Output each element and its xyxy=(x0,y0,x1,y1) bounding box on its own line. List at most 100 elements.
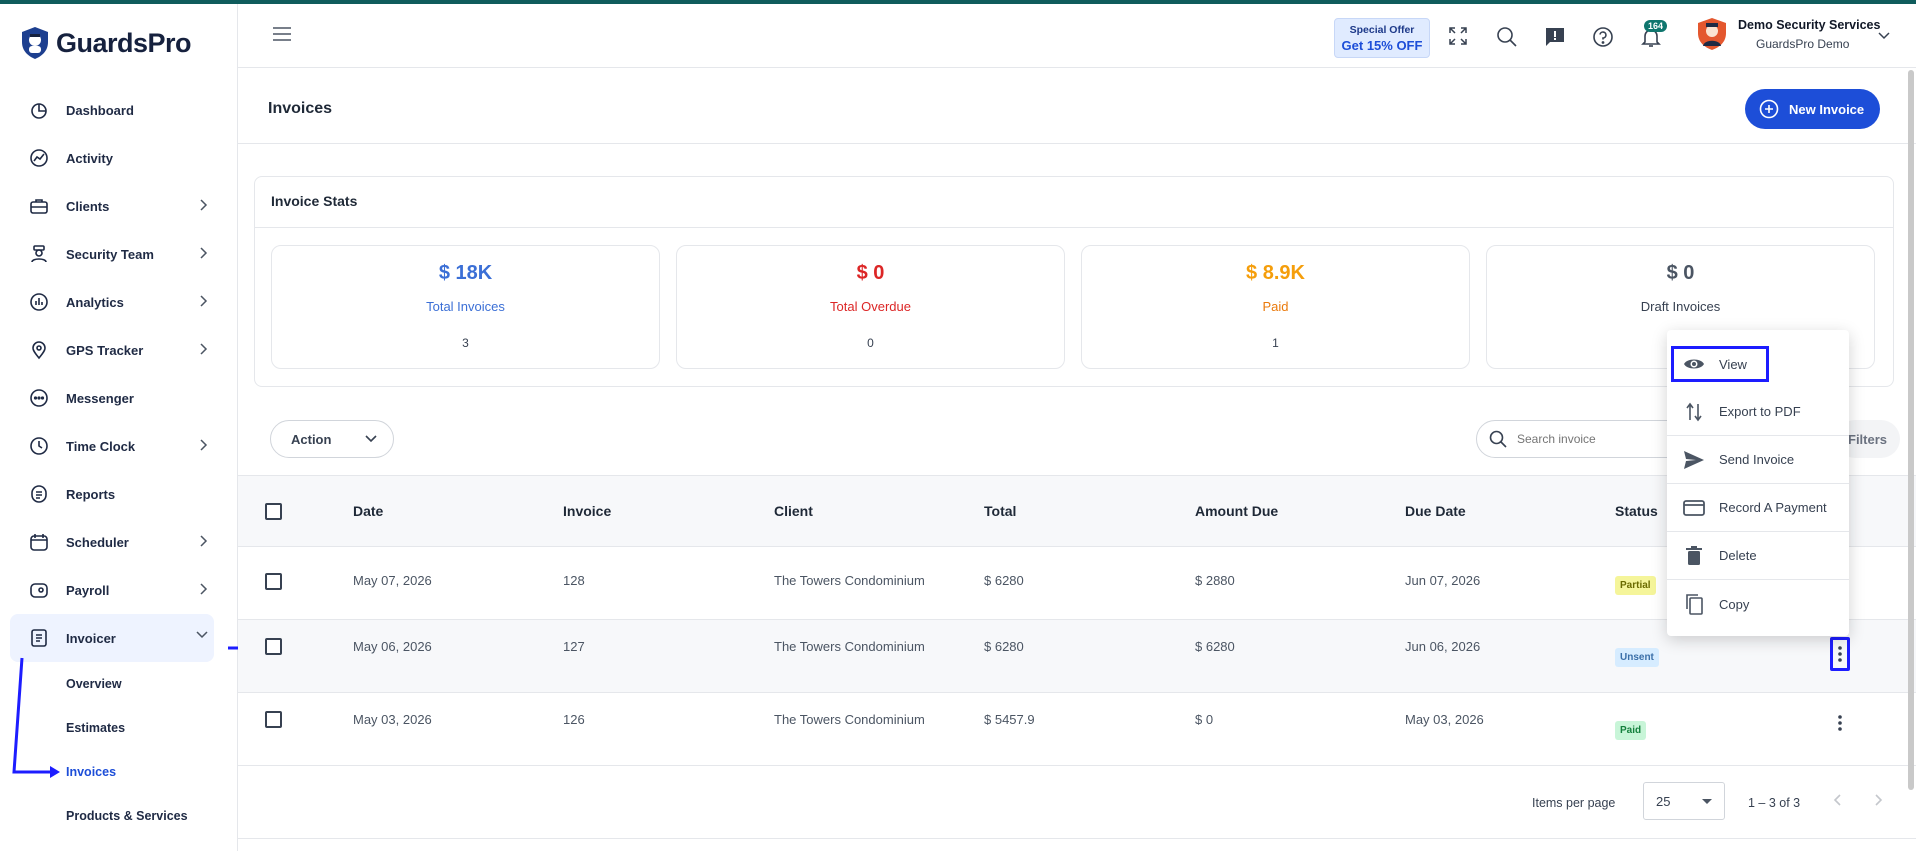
annotation-arrows xyxy=(12,642,260,778)
offer-line1: Special Offer xyxy=(1349,24,1415,36)
special-offer-button[interactable]: Special Offer Get 15% OFF xyxy=(1334,18,1430,58)
company-avatar[interactable] xyxy=(1694,16,1730,52)
eye-icon xyxy=(1683,353,1705,375)
column-header-invoice[interactable]: Invoice xyxy=(563,503,611,519)
row-actions-kebab-button[interactable] xyxy=(1830,710,1850,736)
caret-down-icon xyxy=(1702,799,1712,804)
cell-amount-due: $ 2880 xyxy=(1195,573,1235,588)
hamburger-menu-icon[interactable] xyxy=(272,27,292,41)
table-row[interactable]: May 07, 2026 128 The Towers Condominium … xyxy=(238,547,1916,620)
table-row[interactable]: May 06, 2026 127 The Towers Condominium … xyxy=(238,620,1916,693)
page-range: 1 – 3 of 3 xyxy=(1748,796,1801,810)
column-header-date[interactable]: Date xyxy=(353,503,383,519)
menu-item-send-invoice[interactable]: Send Invoice xyxy=(1667,436,1849,484)
new-invoice-label: New Invoice xyxy=(1789,101,1865,117)
stat-card-total-invoices[interactable]: $ 18K Total Invoices 3 xyxy=(271,245,660,369)
cell-client: The Towers Condominium xyxy=(774,639,925,654)
menu-item-delete[interactable]: Delete xyxy=(1667,532,1849,580)
status-badge: Unsent xyxy=(1615,648,1659,667)
menu-item-label: Record A Payment xyxy=(1719,500,1827,515)
row-checkbox[interactable] xyxy=(265,711,282,728)
cell-date: May 06, 2026 xyxy=(353,639,432,654)
chevron-down-icon[interactable] xyxy=(1878,32,1890,40)
menu-item-copy[interactable]: Copy xyxy=(1667,580,1849,628)
notification-count-badge: 164 xyxy=(1644,20,1668,32)
stats-title: Invoice Stats xyxy=(271,193,358,209)
row-actions-menu: View Export to PDF Send Invoice Record A… xyxy=(1667,330,1849,636)
menu-item-view[interactable]: View xyxy=(1671,346,1769,382)
top-header: Special Offer Get 15% OFF 164 Demo Secur… xyxy=(238,4,1916,68)
stat-label: Paid xyxy=(1262,299,1289,314)
trash-icon xyxy=(1683,545,1705,567)
cell-client: The Towers Condominium xyxy=(774,712,925,727)
search-icon xyxy=(1489,430,1507,448)
items-per-page-select[interactable]: 25 xyxy=(1643,782,1725,820)
stat-value: $ 0 xyxy=(1666,262,1695,284)
cell-date: May 03, 2026 xyxy=(353,712,432,727)
row-actions-kebab-button[interactable] xyxy=(1830,637,1850,671)
menu-item-export-pdf[interactable]: Export to PDF xyxy=(1667,388,1849,436)
stat-label: Total Invoices xyxy=(426,299,505,314)
cell-amount-due: $ 0 xyxy=(1195,712,1214,727)
cell-due-date: May 03, 2026 xyxy=(1405,712,1484,727)
table-row[interactable]: May 03, 2026 126 The Towers Condominium … xyxy=(238,693,1916,766)
stat-count: 1 xyxy=(1272,336,1279,350)
column-header-amount-due[interactable]: Amount Due xyxy=(1195,503,1278,519)
row-checkbox[interactable] xyxy=(265,573,282,590)
menu-item-label: Export to PDF xyxy=(1719,404,1801,419)
menu-item-record-payment[interactable]: Record A Payment xyxy=(1667,484,1849,532)
cell-date: May 07, 2026 xyxy=(353,573,432,588)
divider xyxy=(238,838,1916,839)
column-header-client[interactable]: Client xyxy=(774,503,813,519)
page-title: Invoices xyxy=(268,100,333,117)
stat-value: $ 8.9K xyxy=(1246,262,1305,284)
cell-client: The Towers Condominium xyxy=(774,573,925,588)
cell-invoice: 126 xyxy=(563,712,585,727)
cell-total: $ 6280 xyxy=(984,573,1024,588)
stat-card-paid[interactable]: $ 8.9K Paid 1 xyxy=(1081,245,1470,369)
menu-item-label: Delete xyxy=(1719,548,1757,563)
menu-item-label: View xyxy=(1719,356,1747,372)
offer-line2: Get 15% OFF xyxy=(1341,38,1423,53)
invoice-table: Date Invoice Client Total Amount Due Due… xyxy=(238,475,1916,766)
next-page-icon[interactable] xyxy=(1870,792,1886,808)
new-invoice-button[interactable]: New Invoice xyxy=(1745,89,1880,129)
company-name: Demo Security Services xyxy=(1738,18,1881,32)
column-header-status[interactable]: Status xyxy=(1615,503,1658,519)
help-icon[interactable] xyxy=(1592,26,1614,48)
select-all-checkbox[interactable] xyxy=(265,503,282,520)
previous-page-icon[interactable] xyxy=(1830,792,1846,808)
invoice-stats-panel: Invoice Stats $ 18K Total Invoices 3 $ 0… xyxy=(254,176,1894,387)
stat-count: 3 xyxy=(462,336,469,350)
pagination: Items per page 25 1 – 3 of 3 xyxy=(238,782,1916,838)
more-vertical-icon xyxy=(1838,715,1842,731)
stat-value: $ 18K xyxy=(438,262,493,284)
items-per-page-value: 25 xyxy=(1656,793,1671,809)
page-scrollbar[interactable] xyxy=(1908,70,1914,790)
column-header-due-date[interactable]: Due Date xyxy=(1405,503,1466,519)
status-badge: Paid xyxy=(1615,721,1647,740)
more-vertical-icon xyxy=(1838,646,1842,662)
chevron-down-icon xyxy=(365,435,378,443)
search-icon[interactable] xyxy=(1496,26,1518,48)
divider xyxy=(255,227,1893,228)
send-icon xyxy=(1683,449,1705,471)
cell-invoice: 127 xyxy=(563,639,585,654)
cell-due-date: Jun 07, 2026 xyxy=(1405,573,1481,588)
stat-label: Total Overdue xyxy=(830,299,911,314)
table-header: Date Invoice Client Total Amount Due Due… xyxy=(238,475,1916,547)
action-dropdown[interactable]: Action xyxy=(270,420,394,458)
row-checkbox[interactable] xyxy=(265,638,282,655)
stat-card-total-overdue[interactable]: $ 0 Total Overdue 0 xyxy=(676,245,1065,369)
card-icon xyxy=(1683,497,1705,519)
divider xyxy=(238,143,1916,144)
cell-total: $ 5457.9 xyxy=(984,712,1035,727)
copy-icon xyxy=(1683,593,1705,615)
feedback-icon[interactable] xyxy=(1544,26,1566,48)
plus-circle-icon xyxy=(1759,99,1779,119)
column-header-total[interactable]: Total xyxy=(984,503,1016,519)
fullscreen-icon[interactable] xyxy=(1448,26,1468,46)
cell-due-date: Jun 06, 2026 xyxy=(1405,639,1481,654)
items-per-page-label: Items per page xyxy=(1532,796,1616,810)
menu-item-label: Send Invoice xyxy=(1719,452,1795,467)
